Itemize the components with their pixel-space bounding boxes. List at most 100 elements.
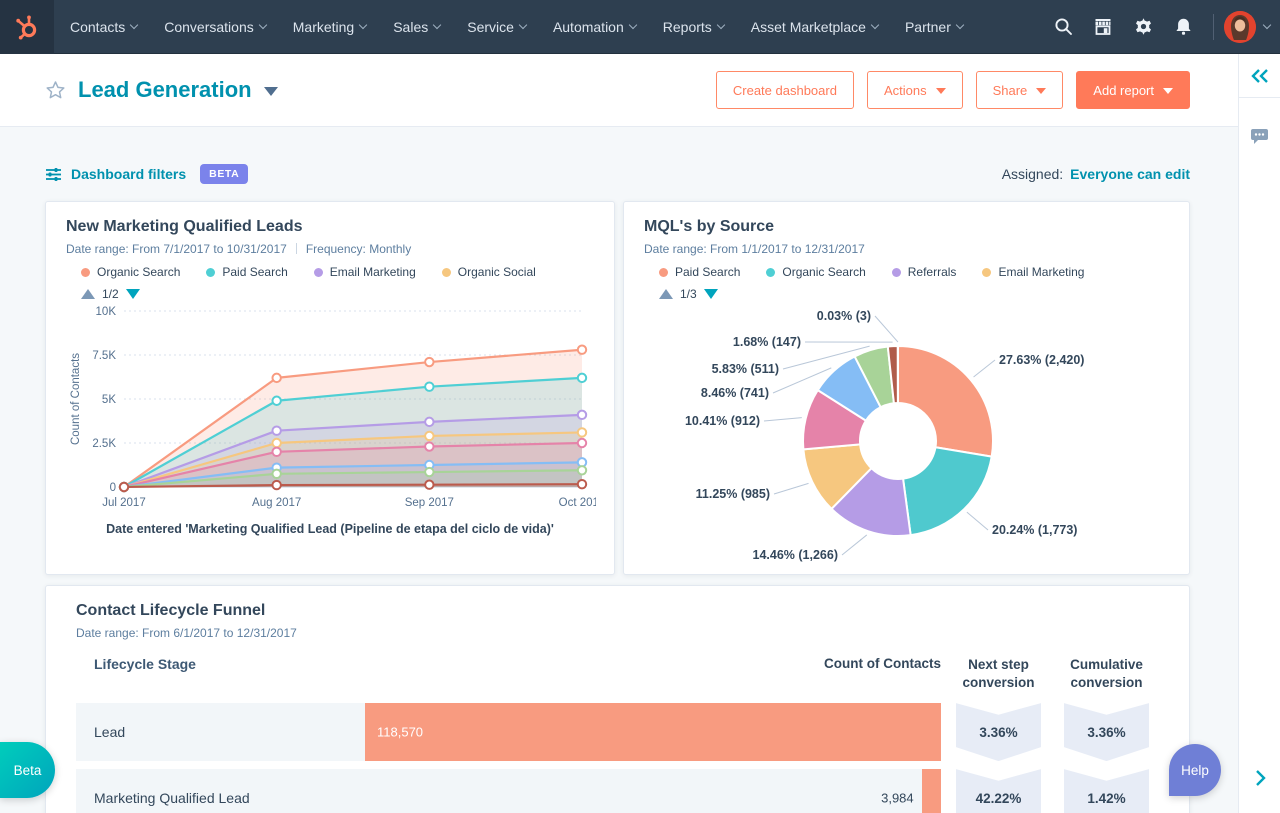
dashboard-switcher-caret[interactable]	[263, 87, 278, 96]
svg-text:7.5K: 7.5K	[92, 350, 116, 362]
pager-down-icon[interactable]	[703, 289, 718, 299]
report-card-new-mql: New Marketing Qualified Leads Date range…	[45, 201, 615, 575]
chevron-down-icon	[1163, 87, 1173, 94]
settings-gear-icon[interactable]	[1123, 0, 1163, 54]
funnel-bar-zone: 118,570	[365, 703, 941, 762]
legend-item-email-marketing[interactable]: Email Marketing	[313, 265, 416, 279]
help-button[interactable]: Help	[1169, 744, 1221, 796]
assigned-value-link[interactable]: Everyone can edit	[1070, 166, 1190, 182]
svg-text:0.03% (3): 0.03% (3)	[817, 309, 871, 323]
legend-dot	[206, 267, 216, 277]
legend: Organic Search Paid Search Email Marketing…	[81, 265, 594, 279]
create-dashboard-button[interactable]: Create dashboard	[715, 71, 854, 109]
add-report-button[interactable]: Add report	[1076, 71, 1190, 109]
donut-slice	[897, 345, 994, 458]
chevron-down-icon	[628, 20, 638, 29]
chevron-down-icon	[518, 20, 528, 29]
chevron-down-icon	[130, 20, 139, 29]
chevron-down-icon	[258, 20, 267, 29]
collapse-panel-button[interactable]	[1239, 54, 1280, 98]
nav-item-automation[interactable]: Automation	[553, 19, 638, 35]
beta-button[interactable]: Beta	[0, 742, 55, 798]
svg-text:Sep 2017: Sep 2017	[405, 497, 454, 509]
nav-item-label: Service	[467, 18, 514, 35]
dashboard-filters-button[interactable]: Dashboard filters BETA	[45, 164, 249, 184]
header-buttons: Create dashboard Actions Share Add repor…	[715, 71, 1190, 109]
chevron-right-icon	[1255, 770, 1266, 786]
account-menu[interactable]	[1224, 10, 1272, 43]
svg-text:Aug 2017: Aug 2017	[252, 497, 301, 509]
legend-item-organic-search[interactable]: Organic Search	[81, 265, 180, 279]
report-subtitle: Date range: From 6/1/2017 to 12/31/2017	[76, 626, 297, 640]
hubspot-logo[interactable]	[0, 0, 54, 54]
svg-text:14.46% (1,266): 14.46% (1,266)	[753, 548, 838, 562]
svg-text:10K: 10K	[96, 306, 117, 318]
legend-item-paid-search[interactable]: Paid Search	[206, 265, 288, 279]
nav-item-contacts[interactable]: Contacts	[70, 19, 139, 35]
legend-item-email-marketing[interactable]: Email Marketing	[982, 265, 1084, 279]
dashboard-filters-label: Dashboard filters	[71, 166, 187, 182]
pager-up-icon[interactable]	[659, 289, 673, 299]
legend-dot	[313, 267, 323, 277]
svg-text:Oct 2017: Oct 2017	[559, 497, 596, 509]
column-header: Count of Contacts	[824, 656, 941, 671]
nav-item-reports[interactable]: Reports	[663, 19, 726, 35]
pager-down-icon[interactable]	[125, 289, 140, 299]
svg-text:Jul 2017: Jul 2017	[102, 497, 145, 509]
funnel-stage-label: Marketing Qualified Lead	[94, 790, 250, 807]
report-title: MQL's by Source	[644, 218, 775, 235]
legend-item-organic-social[interactable]: Organic Social	[441, 265, 536, 279]
legend-label: Referrals	[907, 265, 957, 279]
actions-button[interactable]: Actions	[866, 71, 963, 109]
chevron-down-icon	[716, 20, 726, 29]
pager-up-icon[interactable]	[81, 289, 95, 299]
notifications-bell-icon[interactable]	[1163, 0, 1203, 54]
legend-dot	[766, 267, 776, 277]
expand-chevron-button[interactable]	[1239, 769, 1280, 787]
nav-item-partner[interactable]: Partner	[904, 18, 965, 35]
star-icon[interactable]	[45, 80, 66, 101]
nav-item-conversations[interactable]: Conversations	[164, 18, 267, 35]
funnel-row: Lead 118,570 3.36% 3.36%	[76, 703, 1159, 762]
top-nav: Contacts Conversations Marketing Sales Servi…	[0, 0, 1280, 54]
column-header: Lifecycle Stage	[94, 656, 196, 672]
comments-button[interactable]	[1239, 114, 1280, 158]
nav-item-marketing[interactable]: Marketing	[293, 19, 368, 35]
nav-item-service[interactable]: Service	[467, 18, 528, 35]
report-subtitle: Date range: From 7/1/2017 to 10/31/2017 F…	[66, 242, 412, 256]
column-header: Next step conversion	[962, 657, 1035, 690]
svg-text:2.5K: 2.5K	[92, 438, 116, 450]
marketplace-icon[interactable]	[1083, 0, 1123, 54]
nav-item-label: Conversations	[164, 18, 254, 35]
chevron-down-icon	[358, 20, 368, 29]
right-rail	[1238, 54, 1280, 813]
legend-dot	[659, 267, 668, 277]
share-button[interactable]: Share	[975, 71, 1064, 109]
legend-item-paid-search[interactable]: Paid Search	[659, 265, 740, 279]
next-step-conversion-badge: 3.36%	[956, 703, 1041, 762]
nav-item-sales[interactable]: Sales	[393, 19, 442, 35]
legend-label: Paid Search	[222, 265, 288, 279]
cumulative-conversion-badge: 3.36%	[1064, 703, 1149, 762]
legend-label: Email Marketing	[329, 265, 416, 279]
search-icon[interactable]	[1043, 0, 1083, 54]
svg-text:10.41% (912): 10.41% (912)	[685, 414, 760, 428]
funnel-bar[interactable]: 118,570	[365, 703, 941, 762]
svg-text:20.24% (1,773): 20.24% (1,773)	[992, 523, 1077, 537]
report-title: Contact Lifecycle Funnel	[76, 602, 266, 619]
funnel-bar[interactable]	[921, 769, 941, 813]
nav-item-label: Asset Marketplace	[750, 18, 866, 35]
nav-item-label: Partner	[904, 18, 951, 35]
funnel-row-main: Marketing Qualified Lead 3,984	[76, 769, 941, 813]
legend-item-referrals[interactable]: Referrals	[891, 265, 957, 279]
legend-item-organic-search[interactable]: Organic Search	[766, 265, 866, 279]
svg-text:Count of Contacts: Count of Contacts	[70, 353, 82, 445]
report-subtitle: Date range: From 1/1/2017 to 12/31/2017	[644, 242, 865, 256]
comment-icon	[1251, 129, 1268, 144]
legend-label: Paid Search	[675, 265, 741, 279]
nav-item-asset-marketplace[interactable]: Asset Marketplace	[750, 18, 880, 35]
funnel-row-main: Lead 118,570	[76, 703, 941, 762]
legend-label: Organic Social	[457, 265, 536, 279]
svg-text:8.46% (741): 8.46% (741)	[701, 386, 769, 400]
chevron-down-icon	[433, 20, 442, 29]
